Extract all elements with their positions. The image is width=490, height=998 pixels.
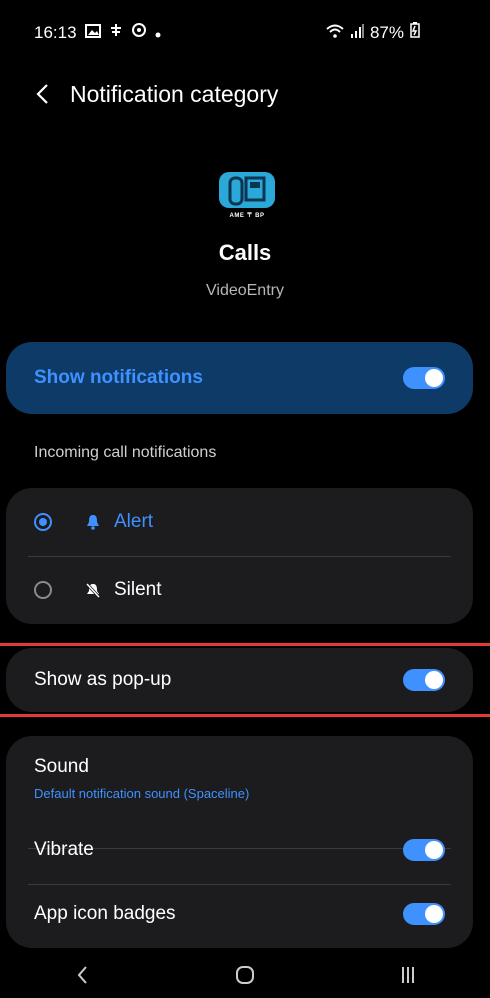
option-silent-label: Silent — [114, 579, 162, 600]
vibrate-toggle[interactable] — [403, 839, 445, 861]
show-popup-row[interactable]: Show as pop-up — [6, 648, 473, 712]
vibrate-label: Vibrate — [34, 839, 94, 860]
radio-alert[interactable] — [34, 513, 52, 531]
annotation-line-top — [0, 643, 490, 646]
nav-recents-button[interactable] — [378, 955, 438, 995]
sound-settings-card: Sound Default notification sound (Spacel… — [6, 736, 473, 948]
option-alert-label: Alert — [114, 511, 154, 532]
nav-home-button[interactable] — [215, 955, 275, 995]
bell-icon — [84, 513, 102, 531]
option-silent[interactable]: Silent — [6, 556, 473, 624]
app-bar: Notification category — [0, 72, 490, 116]
sound-title: Sound — [34, 756, 89, 777]
status-bar-left: 16:13 — [34, 22, 161, 43]
gallery-icon — [84, 23, 101, 43]
nav-recents-icon — [402, 967, 415, 983]
nav-back-button[interactable] — [52, 955, 112, 995]
page-title: Notification category — [70, 80, 279, 107]
radio-silent[interactable] — [34, 581, 52, 599]
vibrate-row[interactable]: Vibrate — [6, 820, 473, 880]
nav-back-icon — [77, 966, 87, 984]
nfc-icon — [109, 22, 123, 43]
system-nav-bar — [0, 952, 490, 998]
show-notifications-toggle[interactable] — [403, 367, 445, 389]
app-icon-badges-label: App icon badges — [34, 903, 176, 924]
sync-icon — [131, 22, 147, 43]
back-button[interactable] — [30, 82, 54, 106]
show-notifications-row[interactable]: Show notifications — [6, 342, 473, 414]
section-label: Incoming call notifications — [34, 444, 217, 461]
status-bar-right: 87% — [326, 22, 420, 43]
nav-home-icon — [235, 966, 254, 984]
show-notifications-label: Show notifications — [34, 367, 203, 388]
battery-text: 87% — [369, 22, 404, 42]
app-name: Calls — [218, 240, 272, 265]
app-icon-badges-row[interactable]: App icon badges — [6, 884, 473, 944]
app-icon: AME 〒 BP — [216, 170, 278, 222]
sound-value: Default notification sound (Spaceline) — [34, 786, 250, 801]
dot-icon — [155, 23, 161, 43]
show-popup-label: Show as pop-up — [34, 669, 172, 690]
wifi-icon — [326, 23, 344, 43]
option-alert[interactable]: Alert — [6, 488, 473, 556]
app-package: VideoEntry — [206, 282, 284, 299]
status-time: 16:13 — [34, 22, 77, 42]
signal-icon — [350, 23, 364, 43]
bell-off-icon — [84, 581, 102, 599]
show-popup-toggle[interactable] — [403, 669, 445, 691]
annotation-line-bottom — [0, 714, 490, 717]
chevron-left-icon — [36, 84, 48, 104]
app-icon-caption: AME 〒 BP — [229, 213, 265, 219]
incoming-options-card: Alert Silent — [6, 488, 473, 624]
app-icon-badges-toggle[interactable] — [403, 903, 445, 925]
battery-icon — [410, 22, 420, 43]
